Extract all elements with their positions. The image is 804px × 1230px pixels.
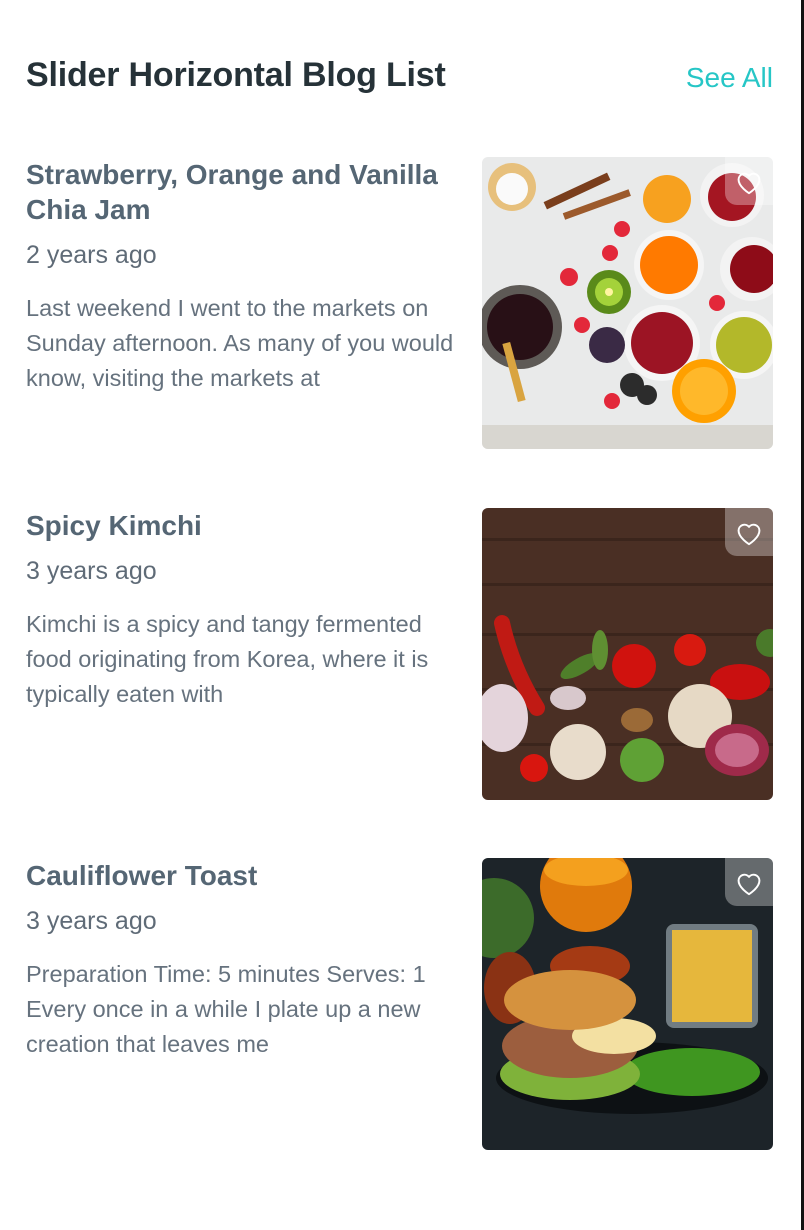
see-all-link[interactable]: See All — [686, 62, 773, 94]
post-time: 3 years ago — [26, 907, 157, 935]
post-image[interactable] — [482, 157, 773, 449]
post-excerpt: Kimchi is a spicy and tangy fermented fo… — [26, 611, 429, 707]
blog-list-item[interactable]: Spicy Kimchi 3 years ago Kimchi is a spi… — [26, 508, 773, 800]
post-time: 2 years ago — [26, 241, 157, 269]
blog-list-item[interactable]: Cauliflower Toast 3 years ago Preparatio… — [26, 858, 773, 1150]
heart-outline-icon — [737, 523, 761, 545]
post-title[interactable]: Cauliflower Toast — [26, 858, 466, 893]
favorite-button[interactable] — [725, 157, 773, 205]
section-header: Slider Horizontal Blog List See All — [26, 56, 773, 104]
post-text: Cauliflower Toast 3 years ago Preparatio… — [26, 858, 466, 1062]
post-image[interactable] — [482, 508, 773, 800]
page-title: Slider Horizontal Blog List — [26, 56, 446, 94]
post-excerpt: Preparation Time: 5 minutes Serves: 1 Ev… — [26, 961, 426, 1057]
post-text: Strawberry, Orange and Vanilla Chia Jam … — [26, 157, 466, 396]
blog-list-item[interactable]: Strawberry, Orange and Vanilla Chia Jam … — [26, 157, 773, 449]
post-excerpt: Last weekend I went to the markets on Su… — [26, 295, 454, 391]
heart-outline-icon — [737, 172, 761, 194]
favorite-button[interactable] — [725, 508, 773, 556]
post-title[interactable]: Spicy Kimchi — [26, 508, 466, 543]
favorite-button[interactable] — [725, 858, 773, 906]
heart-outline-icon — [737, 873, 761, 895]
post-time: 3 years ago — [26, 557, 157, 585]
post-text: Spicy Kimchi 3 years ago Kimchi is a spi… — [26, 508, 466, 712]
post-title[interactable]: Strawberry, Orange and Vanilla Chia Jam — [26, 157, 466, 227]
post-image[interactable] — [482, 858, 773, 1150]
